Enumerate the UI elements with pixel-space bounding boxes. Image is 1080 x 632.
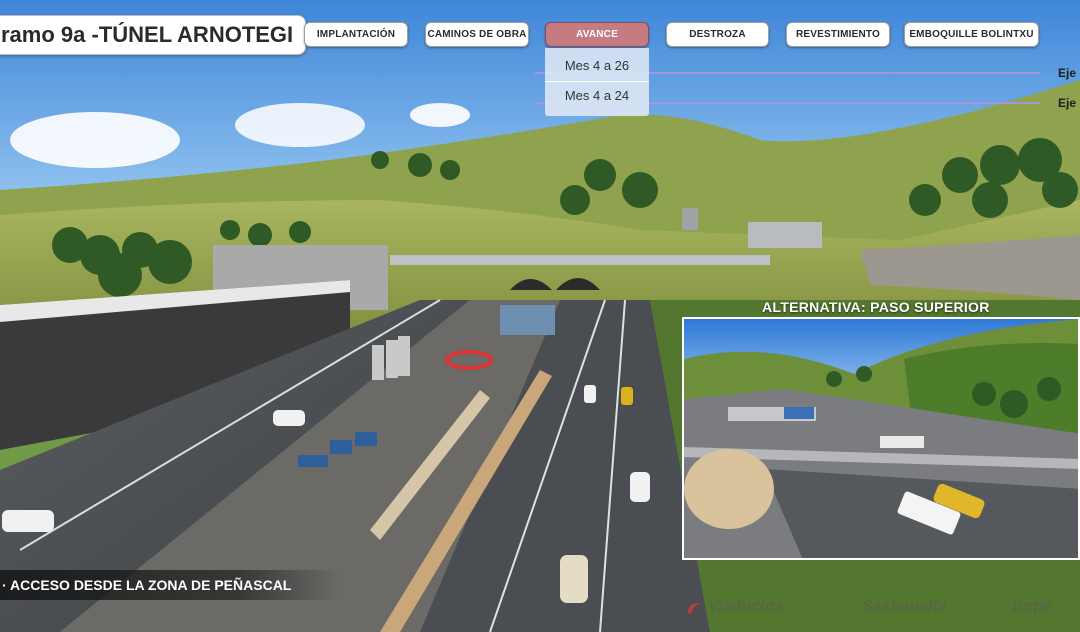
nav-button-destroza[interactable]: DESTROZA (666, 22, 769, 47)
nav-button-revestimiento[interactable]: REVESTIMIENTO (786, 22, 890, 47)
red-swirl-logo-icon (687, 603, 701, 614)
alternative-caption: ALTERNATIVA: PASO SUPERIOR (762, 299, 990, 315)
eje-label-2: Eje (1058, 96, 1077, 110)
avance-dropdown-menu: Mes 4 a 26 Mes 4 a 24 (545, 48, 649, 116)
nav-button-avance[interactable]: AVANCE (545, 22, 649, 47)
access-caption: · ACCESO DESDE LA ZONA DE PEÑASCAL (0, 570, 340, 600)
nav-button-implantacion[interactable]: IMPLANTACIÓN (304, 22, 408, 47)
dropdown-item-mes-4-a-26[interactable]: Mes 4 a 26 (545, 50, 649, 80)
nav-button-emboquille-bolintxu[interactable]: EMBOQUILLE BOLINTXU (904, 22, 1039, 47)
page-title: ramo 9a -TÚNEL ARNOTEGI (0, 15, 307, 55)
logo-sastamalta: Sastamalta (862, 598, 947, 615)
nav-button-caminos-de-obra[interactable]: CAMINOS DE OBRA (425, 22, 529, 47)
logo-turpe: turpe (1012, 598, 1052, 615)
alternative-inset-image (682, 317, 1080, 560)
eje-label-1: Eje (1058, 66, 1077, 80)
dropdown-item-mes-4-a-24[interactable]: Mes 4 a 24 (545, 80, 649, 110)
logo-viaductos: Viaductos (708, 598, 784, 615)
